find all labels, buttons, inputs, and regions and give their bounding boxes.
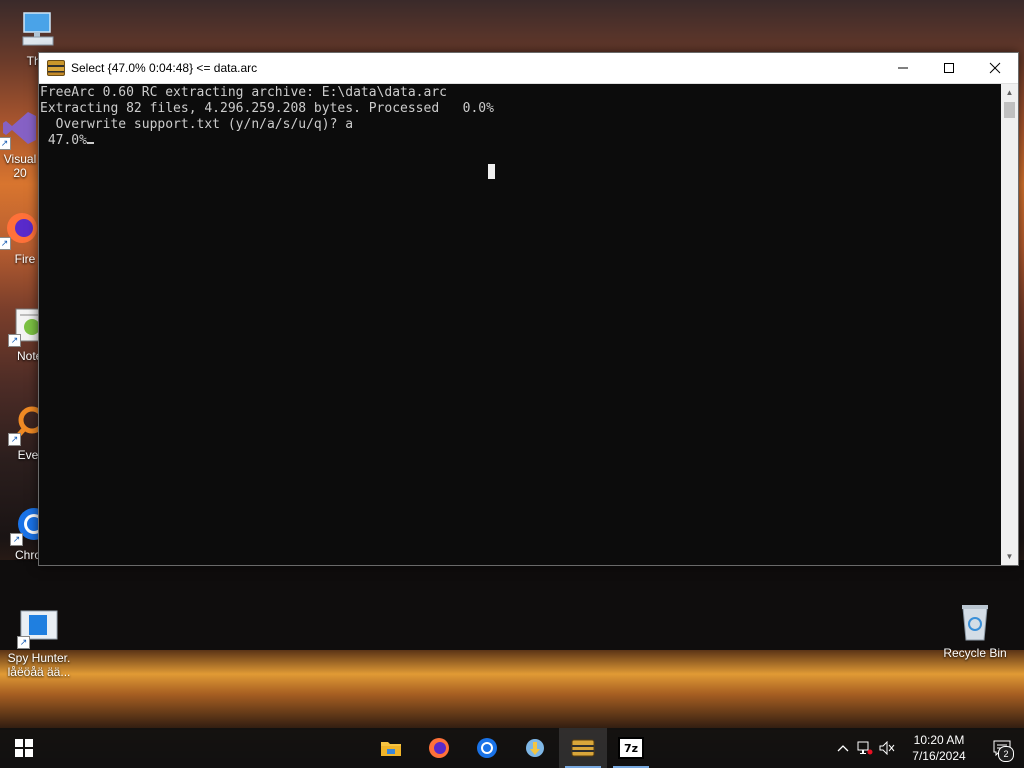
console-line-progress: 47.0% — [40, 133, 1001, 149]
firefox-icon: ↗ — [0, 208, 40, 250]
network-status[interactable] — [854, 728, 876, 768]
maximize-icon — [944, 63, 954, 73]
taskbar: 7z 10:20 AM 7/16/2024 2 — [0, 728, 1024, 768]
shortcut-arrow-icon: ↗ — [8, 334, 21, 347]
close-icon — [989, 62, 1001, 74]
clock-time: 10:20 AM — [913, 733, 965, 747]
chevron-up-icon — [837, 745, 849, 752]
taskbar-7zip[interactable]: 7z — [607, 728, 655, 768]
show-hidden-icons-button[interactable] — [832, 728, 854, 768]
text-cursor — [86, 142, 94, 144]
chrome-icon — [477, 738, 497, 758]
scroll-down-arrow-icon[interactable]: ▼ — [1001, 548, 1018, 565]
taskbar-chrome[interactable] — [463, 728, 511, 768]
taskbar-apps: 7z — [367, 728, 655, 768]
scrollbar-thumb[interactable] — [1004, 102, 1015, 118]
taskbar-installer[interactable] — [511, 728, 559, 768]
volume-control[interactable] — [876, 728, 898, 768]
taskbar-clock[interactable]: 10:20 AM 7/16/2024 — [904, 732, 974, 764]
desktop-icon-label: Recycle Bin — [943, 646, 1007, 660]
console-line: Extracting 82 files, 4.296.259.208 bytes… — [40, 101, 494, 116]
console-line: Overwrite support.txt (y/n/a/s/u/q)? a — [40, 117, 354, 132]
minimize-icon — [898, 67, 908, 69]
close-button[interactable] — [972, 53, 1018, 83]
window-title: Select {47.0% 0:04:48} <= data.arc — [71, 61, 258, 75]
start-button[interactable] — [0, 728, 48, 768]
minimize-button[interactable] — [880, 53, 926, 83]
console-output[interactable]: FreeArc 0.60 RC extracting archive: E:\d… — [39, 84, 1001, 565]
taskbar-freearc[interactable] — [559, 728, 607, 768]
shortcut-arrow-icon: ↗ — [17, 636, 30, 649]
shortcut-arrow-icon: ↗ — [8, 433, 21, 446]
mouse-text-caret — [488, 164, 495, 179]
wallpaper-skyline — [0, 560, 1024, 650]
window-titlebar[interactable]: Select {47.0% 0:04:48} <= data.arc — [39, 53, 1018, 84]
vertical-scrollbar[interactable]: ▲ ▼ — [1001, 84, 1018, 565]
installer-icon — [526, 739, 544, 757]
taskbar-firefox[interactable] — [415, 728, 463, 768]
file-explorer-icon — [381, 742, 401, 756]
clock-date: 7/16/2024 — [912, 749, 966, 763]
computer-icon — [18, 10, 58, 50]
system-tray: 10:20 AM 7/16/2024 2 — [832, 728, 1024, 768]
visual-studio-icon: ↗ — [0, 108, 40, 150]
notification-count-badge: 2 — [998, 746, 1014, 762]
recycle-bin-icon — [955, 602, 995, 642]
wallpaper-water — [0, 650, 1024, 730]
shortcut-arrow-icon: ↗ — [0, 137, 11, 150]
volume-muted-icon — [879, 741, 895, 755]
console-line: FreeArc 0.60 RC extracting archive: E:\d… — [40, 85, 447, 100]
windows-logo-icon — [15, 739, 33, 757]
spy-hunter-icon: ↗ — [17, 607, 59, 649]
shortcut-arrow-icon: ↗ — [10, 533, 23, 546]
freearc-icon — [571, 739, 595, 757]
maximize-button[interactable] — [926, 53, 972, 83]
desktop-icon-spy-hunter[interactable]: ↗ Spy Hunter. låëöåä ää... — [0, 607, 79, 679]
network-icon — [857, 741, 873, 755]
action-center-button[interactable]: 2 — [980, 728, 1024, 768]
scroll-up-arrow-icon[interactable]: ▲ — [1001, 84, 1018, 101]
desktop-icon-recycle-bin[interactable]: Recycle Bin — [935, 602, 1015, 660]
console-window[interactable]: Select {47.0% 0:04:48} <= data.arc FreeA… — [38, 52, 1019, 566]
freearc-icon — [47, 60, 65, 76]
desktop: This ↗ Visual 20 ↗ Fire ↗ — [0, 0, 1024, 768]
desktop-icon-label: Spy Hunter. låëöåä ää... — [7, 651, 71, 679]
taskbar-file-explorer[interactable] — [367, 728, 415, 768]
7zip-icon: 7z — [618, 737, 644, 759]
firefox-icon — [429, 738, 449, 758]
shortcut-arrow-icon: ↗ — [0, 237, 11, 250]
